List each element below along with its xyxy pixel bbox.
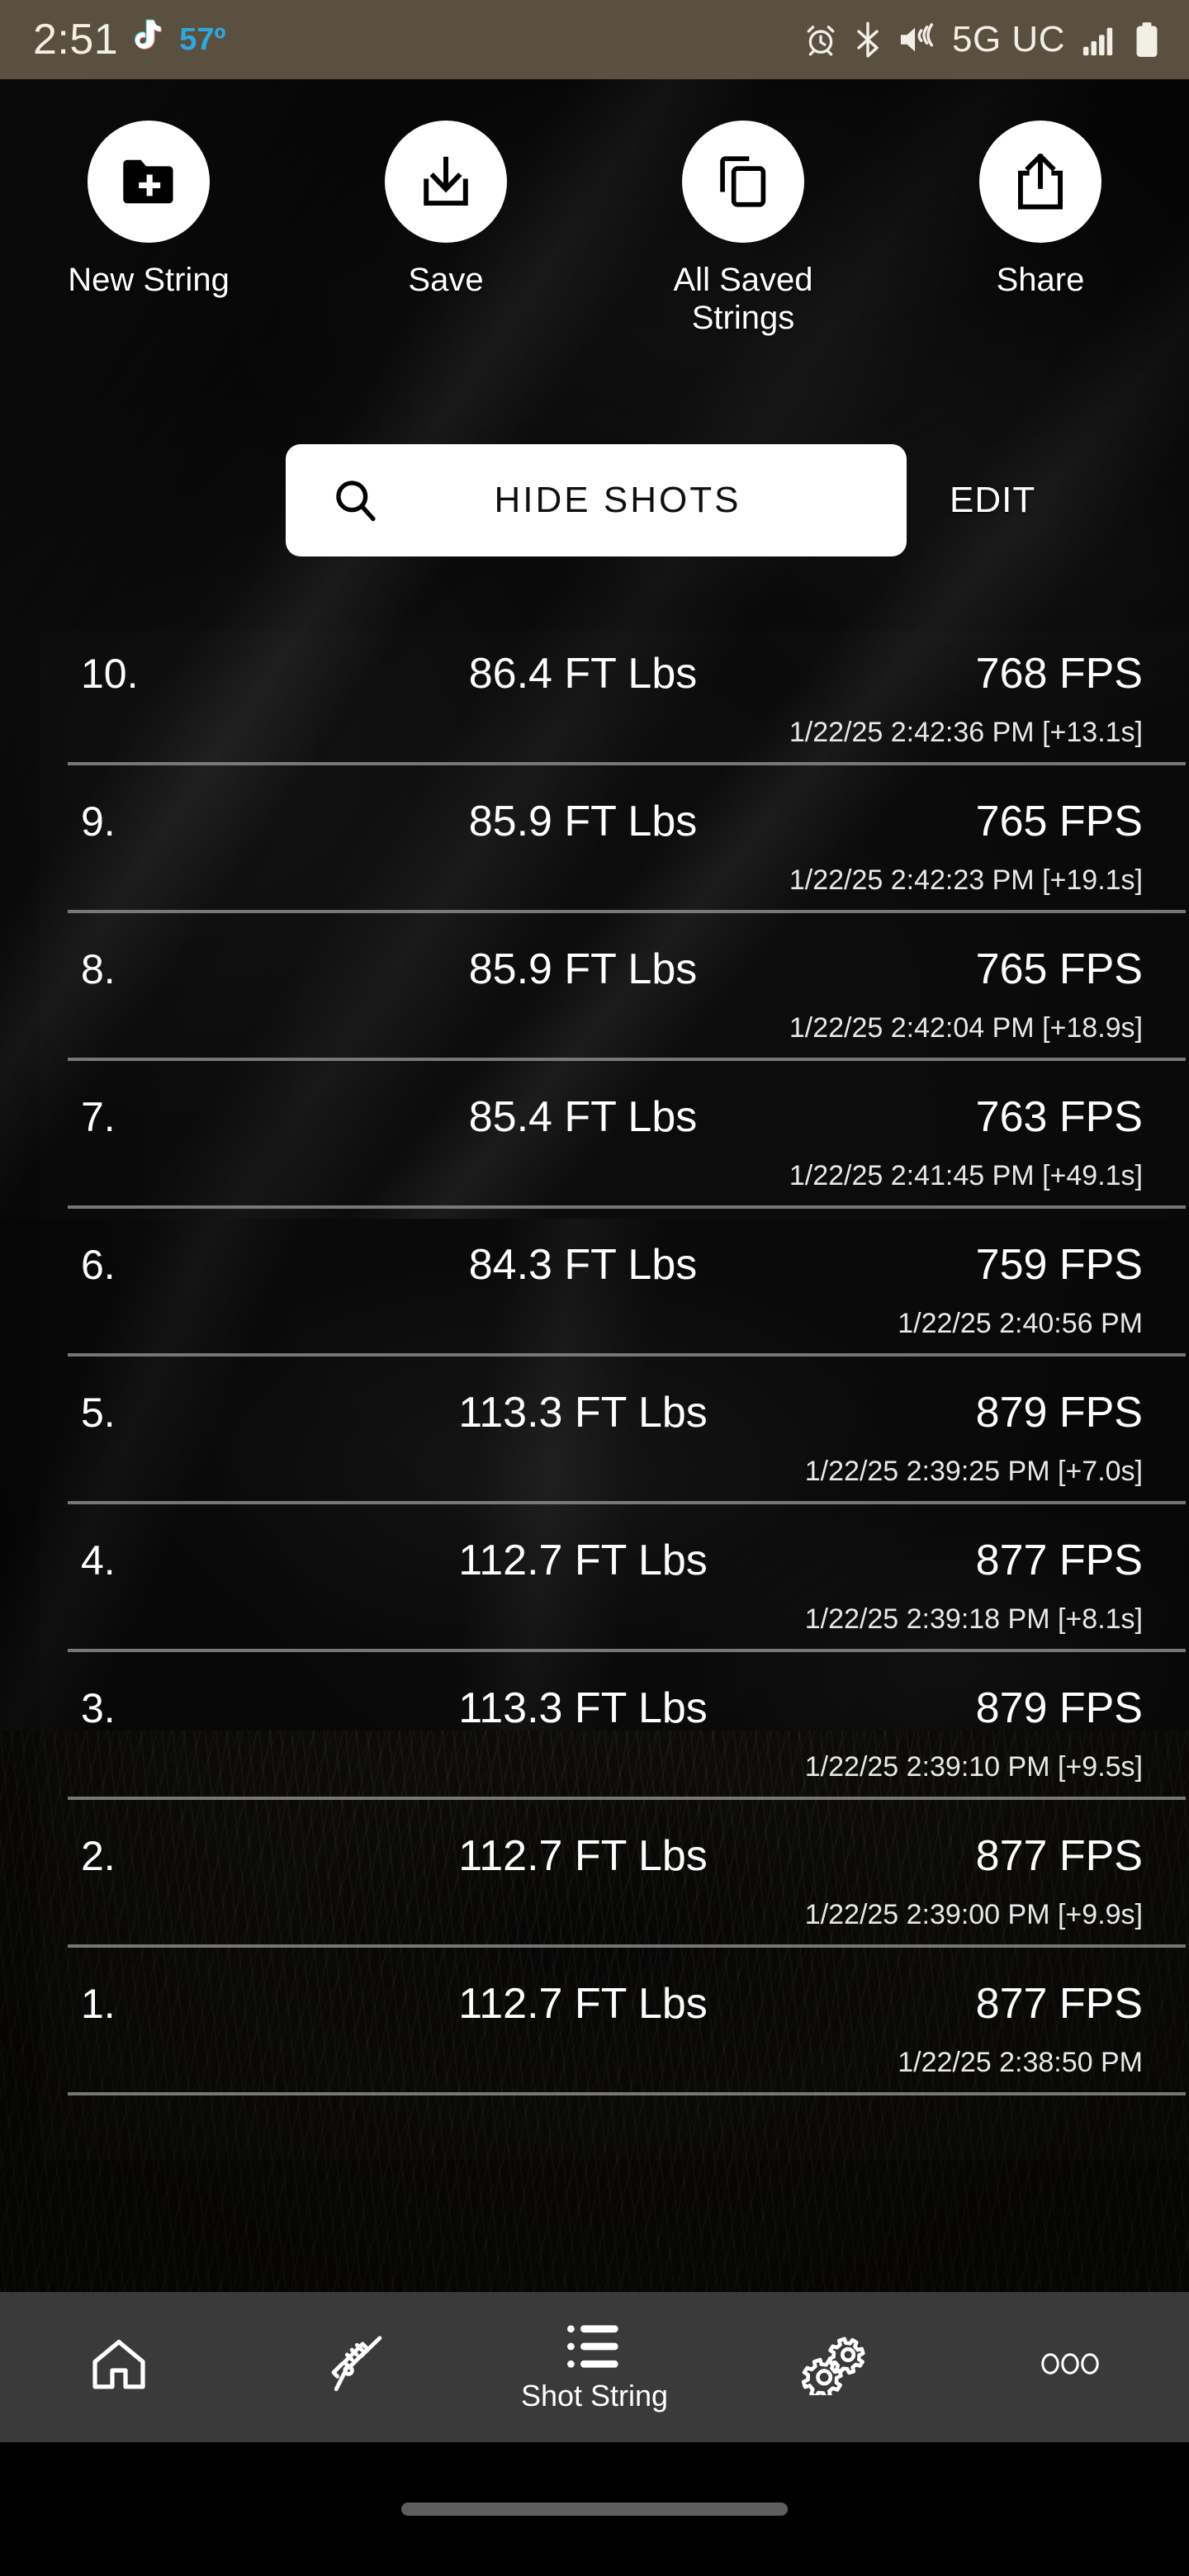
- status-bar-left: 2:51 57º: [33, 15, 225, 64]
- edit-button[interactable]: EDIT: [950, 444, 1035, 556]
- shot-speed: 877 FPS: [975, 1980, 1143, 2028]
- new-string-button-label: New String: [68, 262, 230, 298]
- copy-stack-icon: [716, 154, 770, 210]
- row-divider: [68, 1501, 1186, 1504]
- row-divider: [68, 762, 1186, 765]
- hide-shots-button-label: HIDE SHOTS: [494, 480, 741, 520]
- save-button[interactable]: Save: [297, 121, 594, 337]
- shot-speed: 879 FPS: [975, 1684, 1143, 1732]
- table-row[interactable]: 10. 86.4 FT Lbs 768 FPS 1/22/25 2:42:36 …: [40, 631, 1189, 779]
- status-time: 2:51: [33, 16, 119, 64]
- shot-timestamp: 1/22/25 2:42:36 PM [+13.1s]: [789, 717, 1143, 748]
- shot-timestamp: 1/22/25 2:42:23 PM [+19.1s]: [789, 864, 1143, 896]
- table-row[interactable]: 2. 112.7 FT Lbs 877 FPS 1/22/25 2:39:00 …: [40, 1813, 1189, 1961]
- mute-vibrate-icon: [898, 22, 936, 57]
- row-divider: [68, 910, 1186, 913]
- nav-item-more[interactable]: [951, 2292, 1189, 2442]
- row-divider: [68, 1649, 1186, 1652]
- battery-icon: [1135, 21, 1159, 58]
- status-bar-right: 5G UC: [803, 19, 1159, 60]
- gesture-pill[interactable]: [401, 2503, 788, 2516]
- new-string-button[interactable]: New String: [0, 121, 297, 337]
- shot-timestamp: 1/22/25 2:39:10 PM [+9.5s]: [804, 1751, 1143, 1783]
- toolbar-row: HIDE SHOTS EDIT: [0, 444, 1189, 556]
- table-row[interactable]: 5. 113.3 FT Lbs 879 FPS 1/22/25 2:39:25 …: [40, 1370, 1189, 1518]
- tiktok-icon: [131, 18, 166, 62]
- share-button-circle[interactable]: [979, 121, 1101, 243]
- shot-timestamp: 1/22/25 2:38:50 PM: [898, 2047, 1143, 2078]
- status-network: 5G UC: [952, 19, 1065, 59]
- edit-button-label: EDIT: [950, 480, 1036, 520]
- save-button-label: Save: [408, 262, 484, 298]
- shot-speed: 765 FPS: [975, 945, 1143, 993]
- download-save-icon: [418, 154, 474, 210]
- shot-speed: 877 FPS: [975, 1537, 1143, 1584]
- bottom-navigation: Shot String: [0, 2292, 1189, 2442]
- more-dots-icon: [1039, 2347, 1101, 2380]
- search-icon: [332, 477, 378, 523]
- row-divider: [68, 1353, 1186, 1357]
- hide-shots-button[interactable]: HIDE SHOTS: [286, 444, 907, 556]
- new-folder-icon: [119, 156, 178, 207]
- nav-item-shot-string[interactable]: Shot String: [476, 2292, 713, 2442]
- shot-timestamp: 1/22/25 2:42:04 PM [+18.9s]: [789, 1012, 1143, 1044]
- table-row[interactable]: 1. 112.7 FT Lbs 877 FPS 1/22/25 2:38:50 …: [40, 1961, 1189, 2109]
- table-row[interactable]: 4. 112.7 FT Lbs 877 FPS 1/22/25 2:39:18 …: [40, 1518, 1189, 1665]
- signal-icon: [1082, 23, 1120, 56]
- all-saved-strings-button[interactable]: All Saved Strings: [594, 121, 892, 337]
- alarm-icon: [803, 22, 838, 57]
- row-divider: [68, 2092, 1186, 2095]
- nav-item-shot-string-label: Shot String: [520, 2379, 669, 2413]
- nav-item-rifle[interactable]: [238, 2292, 476, 2442]
- row-divider: [68, 1944, 1186, 1948]
- nav-item-home[interactable]: [0, 2292, 238, 2442]
- status-temperature: 57º: [179, 21, 226, 57]
- table-row[interactable]: 9. 85.9 FT Lbs 765 FPS 1/22/25 2:42:23 P…: [40, 779, 1189, 926]
- row-divider: [68, 1058, 1186, 1061]
- home-icon: [88, 2333, 149, 2394]
- all-saved-strings-button-label: All Saved Strings: [673, 262, 813, 336]
- action-button-row: New String Save All Saved Strings Share: [0, 121, 1189, 337]
- shot-timestamp: 1/22/25 2:40:56 PM: [898, 1308, 1143, 1339]
- shot-speed: 759 FPS: [975, 1241, 1143, 1289]
- shot-speed: 768 FPS: [975, 650, 1143, 698]
- row-divider: [68, 1205, 1186, 1209]
- shot-speed: 877 FPS: [975, 1832, 1143, 1880]
- shot-speed: 763 FPS: [975, 1093, 1143, 1141]
- shot-timestamp: 1/22/25 2:39:18 PM [+8.1s]: [804, 1603, 1143, 1635]
- nav-item-settings[interactable]: [713, 2292, 951, 2442]
- table-row[interactable]: 7. 85.4 FT Lbs 763 FPS 1/22/25 2:41:45 P…: [40, 1074, 1189, 1222]
- shot-speed: 765 FPS: [975, 798, 1143, 845]
- bluetooth-icon: [853, 21, 883, 58]
- shot-list[interactable]: 10. 86.4 FT Lbs 768 FPS 1/22/25 2:42:36 …: [40, 631, 1189, 2160]
- new-string-button-circle[interactable]: [88, 121, 210, 243]
- app-screen: 2:51 57º 5G UC New String Save All Saved…: [0, 0, 1189, 2576]
- share-button[interactable]: Share: [892, 121, 1189, 337]
- save-button-circle[interactable]: [385, 121, 507, 243]
- shot-timestamp: 1/22/25 2:39:00 PM [+9.9s]: [804, 1899, 1143, 1930]
- shot-timestamp: 1/22/25 2:39:25 PM [+7.0s]: [804, 1456, 1143, 1487]
- table-row[interactable]: 3. 113.3 FT Lbs 879 FPS 1/22/25 2:39:10 …: [40, 1665, 1189, 1813]
- table-row[interactable]: 8. 85.9 FT Lbs 765 FPS 1/22/25 2:42:04 P…: [40, 926, 1189, 1074]
- share-button-label: Share: [996, 262, 1085, 298]
- status-bar: 2:51 57º 5G UC: [0, 0, 1189, 79]
- row-divider: [68, 1797, 1186, 1800]
- gesture-bar-area: [0, 2442, 1189, 2576]
- shot-speed: 879 FPS: [975, 1389, 1143, 1437]
- shot-timestamp: 1/22/25 2:41:45 PM [+49.1s]: [789, 1160, 1143, 1191]
- share-upload-icon: [1015, 153, 1066, 211]
- all-saved-strings-button-circle[interactable]: [682, 121, 804, 243]
- rifle-icon: [324, 2332, 389, 2396]
- list-icon: [566, 2321, 623, 2372]
- gears-icon: [799, 2332, 865, 2395]
- table-row[interactable]: 6. 84.3 FT Lbs 759 FPS 1/22/25 2:40:56 P…: [40, 1222, 1189, 1370]
